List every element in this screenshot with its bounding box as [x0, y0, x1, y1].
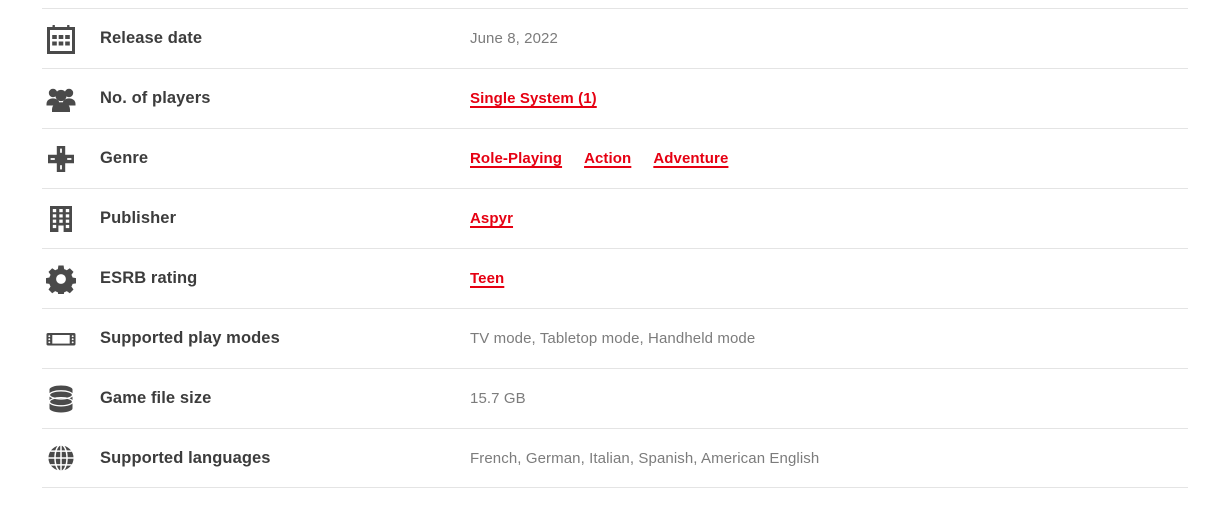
spec-value: Single System (1): [470, 90, 1188, 107]
spec-value: Aspyr: [470, 210, 1188, 227]
spec-row: Supported play modes TV mode, Tabletop mo…: [42, 308, 1188, 368]
spec-link-list: Aspyr: [470, 210, 1188, 227]
spec-row: ESRB rating Teen: [42, 248, 1188, 308]
spec-row: No. of players Single System (1): [42, 68, 1188, 128]
spec-value: Role-Playing Action Adventure: [470, 150, 1188, 167]
spec-row: Supported languages French, German, Itali…: [42, 428, 1188, 488]
spec-link[interactable]: Teen: [470, 270, 504, 287]
spec-link-list: Role-Playing Action Adventure: [470, 150, 1188, 167]
spec-value: June 8, 2022: [470, 30, 558, 47]
spec-label: Game file size: [100, 389, 212, 407]
spec-label: Release date: [100, 29, 203, 47]
spec-label: Supported languages: [100, 448, 271, 467]
spec-value: Teen: [470, 270, 1188, 287]
spec-link-list: Teen: [470, 270, 1188, 287]
spec-value: 15.7 GB: [470, 390, 526, 407]
game-details-spec-table: Release date June 8, 2022 No. of players Si…: [42, 8, 1188, 488]
spec-value: TV mode, Tabletop mode, Handheld mode: [470, 330, 756, 347]
dpad-icon: [42, 144, 100, 174]
spec-link[interactable]: Action: [584, 150, 631, 167]
spec-label: No. of players: [100, 89, 211, 107]
spec-label: Supported play modes: [100, 329, 280, 347]
spec-link[interactable]: Aspyr: [470, 210, 513, 227]
spec-row: Genre Role-Playing Action Adventure: [42, 128, 1188, 188]
spec-label: Publisher: [100, 209, 177, 227]
spec-link-list: Single System (1): [470, 90, 1188, 107]
spec-link[interactable]: Single System (1): [470, 90, 597, 107]
spec-link[interactable]: Role-Playing: [470, 150, 562, 167]
building-icon: [42, 204, 100, 234]
spec-label: Genre: [100, 149, 149, 167]
spec-row: Release date June 8, 2022: [42, 8, 1188, 68]
database-icon: [42, 384, 100, 414]
players-group-icon: [42, 84, 100, 114]
handheld-console-icon: [42, 324, 100, 354]
spec-row: Game file size 15.7 GB: [42, 368, 1188, 428]
spec-link[interactable]: Adventure: [653, 150, 728, 167]
spec-value: French, German, Italian, Spanish, Americ…: [470, 449, 820, 467]
spec-label: ESRB rating: [100, 269, 198, 287]
globe-icon: [42, 443, 100, 473]
gear-icon: [42, 264, 100, 294]
calendar-icon: [42, 24, 100, 54]
spec-row: Publisher Aspyr: [42, 188, 1188, 248]
